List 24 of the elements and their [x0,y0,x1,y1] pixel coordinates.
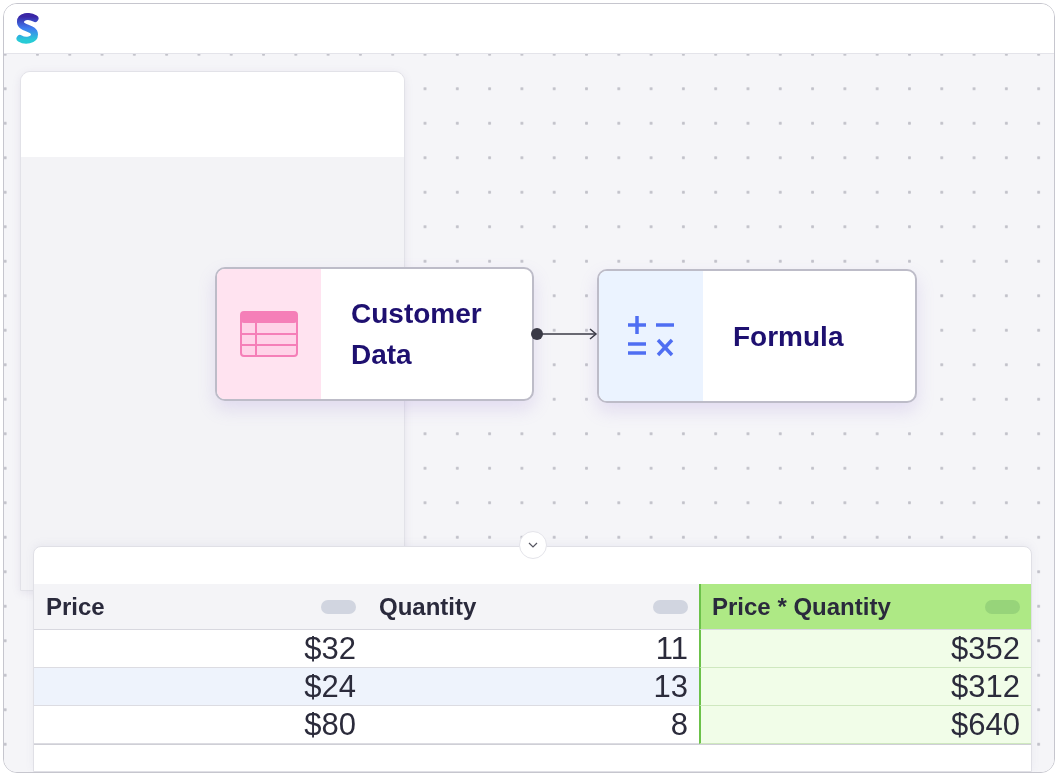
collapse-button[interactable] [519,531,547,559]
table-icon [240,311,298,357]
table-cell: $352 [699,630,1031,668]
table-row[interactable]: $24 13 $312 [34,668,1031,706]
connector-arrow [531,328,598,340]
node-label: Formula [733,319,844,354]
table-cell: $80 [34,706,367,744]
column-title: Quantity [379,592,477,621]
chevron-down-icon [528,542,538,548]
table-row[interactable]: $80 8 $640 [34,706,1031,744]
column-handle-icon[interactable] [321,599,356,614]
logo-icon [16,13,39,44]
math-operators-icon [628,315,674,357]
table-cell: $640 [699,706,1031,744]
flow-node[interactable]: Formula [597,269,917,403]
table-cell: 8 [367,706,699,744]
column-handle-icon[interactable] [653,599,688,614]
flow-node[interactable]: Customer Data [215,267,534,401]
column-title: Price * Quantity [712,592,891,621]
column-header[interactable]: Price * Quantity [699,584,1031,630]
column-title: Price [46,592,105,621]
table-cell: $312 [699,668,1031,706]
table-row[interactable]: $32 11 $352 [34,630,1031,668]
node-label: Customer Data [351,297,483,372]
